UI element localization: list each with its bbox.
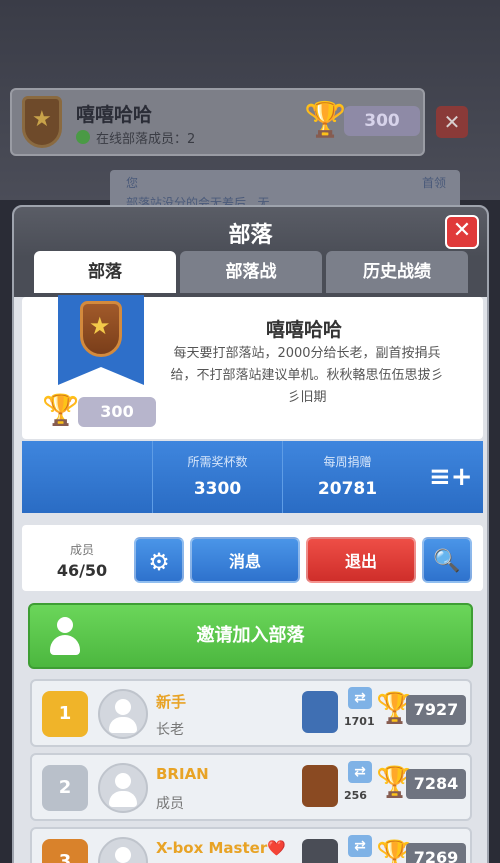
action-row: 成员 46/50 ⚙ 消息 退出 🔍 <box>22 525 483 591</box>
chat-tag: 首领 <box>421 176 446 190</box>
trophy-icon: 🏆 <box>304 100 347 140</box>
gear-icon: ⚙ <box>148 548 170 576</box>
background-online-text: 在线部落成员：2 <box>96 132 196 147</box>
clan-panel: 部落 ✕ 部落 部落战 历史战绩 ★ 嘻嘻哈哈 每天要打部落站，2000分给长老… <box>12 205 489 863</box>
online-dot-icon <box>76 130 90 144</box>
search-icon: 🔍 <box>433 549 461 574</box>
member-role: 成员 <box>156 796 184 812</box>
arena-icon <box>302 765 338 807</box>
required-trophies-value: 3300 <box>193 479 242 499</box>
required-trophies-stat: 所需奖杯数 3300 <box>152 441 282 513</box>
member-donations: 256 <box>344 789 367 802</box>
rank-badge: 2 <box>42 765 88 811</box>
settings-button[interactable]: ⚙ <box>134 537 184 583</box>
panel-header: 部落 ✕ <box>14 207 487 257</box>
clan-badge-icon: ★ <box>22 96 62 148</box>
tab-clan-war[interactable]: 部落战 <box>180 251 322 293</box>
background-clan-name: 嘻嘻哈哈 <box>76 104 153 126</box>
clan-name: 嘻嘻哈哈 <box>265 319 342 341</box>
members-label: 成员 <box>69 543 94 557</box>
arena-icon <box>302 691 338 733</box>
weekly-donations-value: 20781 <box>317 479 378 499</box>
message-button[interactable]: 消息 <box>190 537 300 583</box>
invite-button[interactable]: 邀请加入部落 <box>28 603 473 669</box>
member-name: X-box Master❤️ <box>156 839 286 857</box>
clan-trophy-value: 300 <box>78 397 156 427</box>
background-chat: 您 首领 部落站没分的会无差后...无 <box>110 170 460 210</box>
leave-button[interactable]: 退出 <box>306 537 416 583</box>
member-trophies: 7269 <box>406 843 466 863</box>
member-trophies: 7284 <box>406 769 466 799</box>
member-row[interactable]: 1 新手 长老 ⇄ 1701 🏆 7927 <box>30 679 472 747</box>
close-button[interactable]: ✕ <box>445 215 479 249</box>
chat-user: 您 <box>126 176 139 190</box>
weekly-donations-label: 每周捐赠 <box>323 455 372 469</box>
avatar <box>98 689 148 739</box>
tab-clan[interactable]: 部落 <box>34 251 176 293</box>
weekly-donations-stat: 每周捐赠 20781 <box>282 441 412 513</box>
background-close-button: ✕ <box>436 106 468 138</box>
member-trophies: 7927 <box>406 695 466 725</box>
clan-stats-bar: 所需奖杯数 3300 每周捐赠 20781 ≡+ <box>22 441 483 513</box>
search-button[interactable]: 🔍 <box>422 537 472 583</box>
member-row[interactable]: 2 BRIAN 成员 ⇄ 256 🏆 7284 <box>30 753 472 821</box>
avatar <box>98 837 148 863</box>
invite-label: 邀请加入部落 <box>196 625 305 646</box>
members-count: 46/50 <box>56 561 108 580</box>
required-trophies-label: 所需奖杯数 <box>187 455 248 469</box>
member-donations: 1701 <box>344 715 375 728</box>
panel-title: 部落 <box>228 223 273 248</box>
clan-description: 每天要打部落站，2000分给长老，副首按捐兵给，不打部落站建议单机。秋秋輅思伍伍… <box>170 346 444 405</box>
rank-badge: 1 <box>42 691 88 737</box>
clan-badge-icon: ★ <box>80 301 122 357</box>
donate-icon: ⇄ <box>348 761 372 783</box>
rank-badge: 3 <box>42 839 88 863</box>
sort-icon[interactable]: ≡+ <box>429 457 473 497</box>
background-trophy-value: 300 <box>344 106 420 136</box>
tab-war-history[interactable]: 历史战绩 <box>326 251 468 293</box>
donate-icon: ⇄ <box>348 687 372 709</box>
trophy-icon: 🏆 <box>42 393 80 428</box>
background-clan-card: ★ 嘻嘻哈哈 在线部落成员：2 🏆 300 <box>10 88 425 156</box>
member-name: 新手 <box>156 693 187 711</box>
avatar <box>98 763 148 813</box>
member-row[interactable]: 3 X-box Master❤️ ⇄ 🏆 7269 <box>30 827 472 863</box>
donate-icon: ⇄ <box>348 835 372 857</box>
member-role: 长老 <box>156 722 184 738</box>
member-name: BRIAN <box>156 765 209 783</box>
arena-icon <box>302 839 338 863</box>
